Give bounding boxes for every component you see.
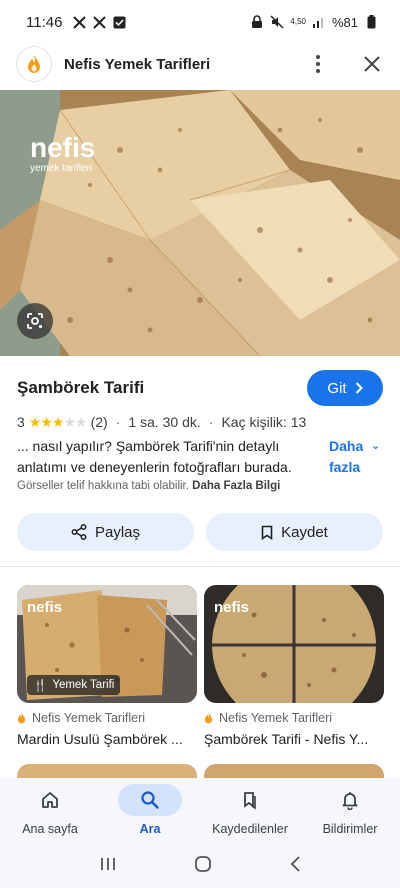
fork-knife-icon: 🍴 <box>33 680 48 692</box>
star-empty-icon: ★ <box>75 413 88 430</box>
flame-icon <box>204 712 213 724</box>
back-chevron-icon <box>291 855 300 872</box>
home-icon <box>42 792 58 808</box>
more-vert-icon <box>316 55 320 73</box>
site-logo[interactable] <box>16 46 52 82</box>
signal-icon <box>312 15 326 29</box>
chevron-right-icon <box>355 382 363 394</box>
copyright-notice: Görseller telif hakkına tabi olabilir. D… <box>17 480 280 492</box>
related-card-source-name: Nefis Yemek Tarifleri <box>32 711 146 725</box>
visit-site-button[interactable]: Git <box>307 370 383 406</box>
flame-icon <box>17 712 26 724</box>
system-navigation-bar <box>0 844 400 888</box>
flatbread-photo <box>0 90 400 356</box>
checkbox-notification-icon <box>112 15 126 29</box>
nav-item-home[interactable]: Ana sayfa <box>0 778 100 844</box>
related-card[interactable]: nefis 🍴 Yemek Tarifi Nefis Yemek Tarifle… <box>17 585 197 747</box>
result-title-row: Şambörek Tarifi Git <box>17 368 383 408</box>
section-divider <box>0 566 400 567</box>
watermark-logo: nefis <box>27 599 63 616</box>
chevron-down-icon: ⌄ <box>371 440 381 452</box>
x-app-icon <box>92 15 106 29</box>
nav-icon-container <box>118 784 182 816</box>
share-button[interactable]: Paylaş <box>17 513 194 551</box>
bell-icon <box>342 792 358 810</box>
more-options-button[interactable] <box>306 52 330 76</box>
home-circle-icon <box>195 855 211 872</box>
share-label: Paylaş <box>94 523 141 541</box>
rating-stars: ★ ★ ★ ★ ★ <box>28 413 88 431</box>
close-icon <box>364 56 380 72</box>
related-card-title[interactable]: Mardin Usulü Şambörek ... <box>17 731 197 747</box>
watermark-logo: nefis <box>214 599 250 616</box>
related-card-title[interactable]: Şambörek Tarifi - Nefis Y... <box>204 731 384 747</box>
search-icon <box>141 791 159 809</box>
recipe-meta: 3 ★ ★ ★ ★ ★ (2) · 1 sa. 30 dk. · Kaç kiş… <box>17 412 306 432</box>
battery-icon <box>364 15 378 29</box>
star-icon: ★ <box>40 413 53 430</box>
related-card-source: Nefis Yemek Tarifleri <box>204 711 384 725</box>
rating-value: 3 <box>17 414 25 430</box>
save-button[interactable]: Kaydet <box>206 513 383 551</box>
recents-icon <box>100 857 115 870</box>
bookmark-icon <box>261 525 273 540</box>
lock-icon <box>250 15 264 29</box>
save-label: Kaydet <box>281 523 328 541</box>
network-speed: 4,50 <box>290 17 306 26</box>
recipe-description: ... nasıl yapılır? Şambörek Tarifi'nin d… <box>17 438 292 475</box>
site-name[interactable]: Nefis Yemek Tarifleri <box>64 56 210 73</box>
nav-icon-container <box>18 784 82 816</box>
recent-apps-button[interactable] <box>99 856 117 877</box>
star-icon: ★ <box>51 413 65 430</box>
related-card-source-name: Nefis Yemek Tarifleri <box>219 711 333 725</box>
watermark-logo: nefis <box>30 132 96 163</box>
nav-item-saved[interactable]: Kaydedilenler <box>200 778 300 844</box>
action-row: Paylaş Kaydet <box>17 513 383 551</box>
recipe-badge: 🍴 Yemek Tarifi <box>27 675 121 695</box>
x-app-icon <box>72 15 86 29</box>
star-empty-icon: ★ <box>63 413 76 430</box>
lens-icon <box>27 313 43 329</box>
servings: Kaç kişilik: 13 <box>221 414 307 430</box>
nav-item-notifications[interactable]: Bildirimler <box>300 778 400 844</box>
cook-duration: 1 sa. 30 dk. <box>128 414 201 430</box>
related-card-image[interactable]: nefis 🍴 Yemek Tarifi <box>17 585 197 703</box>
nav-label: Ara <box>139 822 161 836</box>
flame-icon <box>28 55 40 73</box>
mute-icon <box>270 15 284 29</box>
battery-text: %81 <box>331 14 358 30</box>
home-system-button[interactable] <box>194 855 212 878</box>
star-icon: ★ <box>28 413 42 430</box>
related-card-source: Nefis Yemek Tarifleri <box>17 711 197 725</box>
nav-icon-container <box>218 784 282 816</box>
bookmark-icon <box>244 792 256 810</box>
separator-dot: · <box>115 414 121 430</box>
review-count: (2) <box>90 414 108 430</box>
nav-label: Ana sayfa <box>22 822 78 836</box>
watermark-subtitle: yemek tarifleri <box>30 163 93 174</box>
status-bar: 11:46 4,50 %81 <box>0 0 400 44</box>
nav-item-search[interactable]: Ara <box>100 778 200 844</box>
learn-more-link[interactable]: Daha Fazla Bilgi <box>192 480 280 492</box>
google-lens-button[interactable] <box>17 303 53 339</box>
more-button[interactable]: Daha fazla ⌄ <box>329 436 389 478</box>
hero-image[interactable]: nefis yemek tarifleri <box>0 90 400 356</box>
recipe-badge-label: Yemek Tarifi <box>52 679 115 691</box>
separator-dot: · <box>208 414 214 430</box>
status-time: 11:46 <box>26 13 63 31</box>
share-icon <box>71 524 87 540</box>
nav-label: Bildirimler <box>322 822 378 836</box>
back-button[interactable] <box>289 855 301 878</box>
related-card-image[interactable]: nefis <box>204 585 384 703</box>
bottom-navigation: Ana sayfa Ara Kaydedilenler Bildirimler <box>0 778 400 844</box>
page-header: Nefis Yemek Tarifleri <box>0 44 400 84</box>
visit-site-label: Git <box>327 379 347 397</box>
copyright-text: Görseller telif hakkına tabi olabilir. <box>17 480 189 492</box>
recipe-title: Şambörek Tarifi <box>17 378 145 397</box>
more-label-line2: fazla <box>329 459 361 475</box>
nav-label: Kaydedilenler <box>212 822 288 836</box>
close-button[interactable] <box>360 52 384 76</box>
nav-icon-container <box>318 784 382 816</box>
related-card[interactable]: nefis Nefis Yemek Tarifleri Şambörek Tar… <box>204 585 384 747</box>
